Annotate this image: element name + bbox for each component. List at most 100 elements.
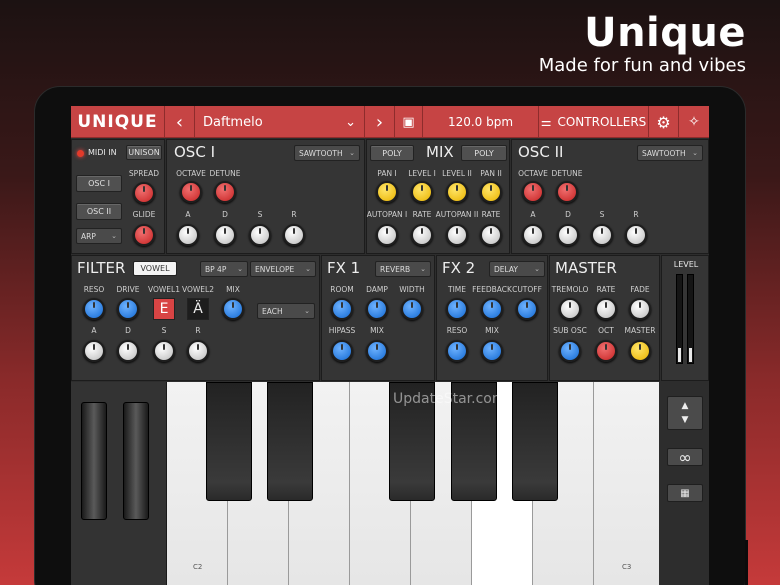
autopan2-knob[interactable] [446, 224, 468, 246]
osc1-panel: OSC I SAWTOOTH ⌄ OCTAVE DETUNE A D S R [166, 139, 365, 254]
save-icon[interactable]: ▣ [395, 106, 423, 138]
level2-knob[interactable] [446, 181, 468, 203]
osc1-decay-knob[interactable] [214, 224, 236, 246]
preset-name: Daftmelo [203, 114, 263, 130]
black-key-csharp2[interactable] [206, 382, 252, 501]
level-panel: LEVEL [661, 255, 709, 381]
vowel2-selector[interactable]: Ä [187, 298, 209, 320]
fx2-type-dropdown[interactable]: DELAY ⌄ [489, 261, 545, 277]
keyboard-controls: ▲ ▼ ∞ ▦ [659, 382, 709, 585]
loop-icon[interactable]: ∞ [667, 448, 703, 467]
filter-r-label: R [195, 326, 201, 335]
master-rate-knob[interactable] [595, 298, 617, 320]
vowel1-selector[interactable]: E [153, 298, 175, 320]
mod-wheel[interactable] [123, 402, 149, 520]
filter-attack-knob[interactable] [83, 340, 105, 362]
poly-right-button[interactable]: POLY [461, 145, 507, 161]
fx2-reso-knob[interactable] [446, 340, 468, 362]
cutoff-label: CUTOFF [512, 285, 542, 294]
pan2-knob[interactable] [480, 181, 502, 203]
chevron-down-icon: ⌄ [237, 265, 243, 273]
keyboard-icon[interactable]: ▦ [667, 484, 703, 502]
tremolo-knob[interactable] [559, 298, 581, 320]
synth-app: UNIQUE ‹ Daftmelo ⌄ › ▣ 120.0 bpm ⚌ CONT… [71, 106, 709, 585]
octave-up-icon[interactable]: ▲ [682, 401, 689, 411]
tempo-display[interactable]: 120.0 bpm [423, 106, 539, 138]
master-volume-knob[interactable] [629, 340, 651, 362]
octave-down-icon[interactable]: ▼ [682, 415, 689, 425]
black-key-dsharp2[interactable] [267, 382, 313, 501]
autopan1-knob[interactable] [376, 224, 398, 246]
osc-ii-button[interactable]: OSC II [76, 203, 122, 220]
level-meter-right [687, 274, 694, 364]
each-dropdown[interactable]: EACH ⌄ [257, 303, 315, 319]
midi-in-label: MIDI IN [88, 148, 117, 157]
poly-left-button[interactable]: POLY [370, 145, 414, 161]
osc1-octave-knob[interactable] [180, 181, 202, 203]
arp-dropdown[interactable]: ARP ⌄ [76, 228, 122, 244]
gear-icon[interactable]: ⚙ [649, 106, 679, 138]
filter-mod-dropdown[interactable]: ENVELOPE ⌄ [250, 261, 316, 277]
fx1-type-dropdown[interactable]: REVERB ⌄ [375, 261, 431, 277]
oct-knob[interactable] [595, 340, 617, 362]
black-key-asharp2[interactable] [512, 382, 558, 501]
time-knob[interactable] [446, 298, 468, 320]
osc1-title: OSC I [174, 143, 215, 161]
osc1-release-knob[interactable] [283, 224, 305, 246]
each-value: EACH [262, 306, 283, 316]
chevron-down-icon: ⌄ [345, 114, 356, 130]
filter-mix-label: MIX [226, 285, 240, 294]
osc2-wave-dropdown[interactable]: SAWTOOTH ⌄ [637, 145, 703, 161]
chevron-down-icon: ⌄ [692, 149, 698, 157]
pan1-knob[interactable] [376, 181, 398, 203]
fade-knob[interactable] [629, 298, 651, 320]
cutoff-knob[interactable] [516, 298, 538, 320]
pitch-wheel[interactable] [81, 402, 107, 520]
osc2-octave-knob[interactable] [522, 181, 544, 203]
hipass-knob[interactable] [331, 340, 353, 362]
width-knob[interactable] [401, 298, 423, 320]
filter-mix-knob[interactable] [222, 298, 244, 320]
white-key-c3[interactable]: C3 [594, 382, 659, 585]
fade-label: FADE [630, 285, 650, 294]
watermark: UpdateStar.com [393, 391, 506, 407]
controllers-button[interactable]: ⚌ CONTROLLERS [539, 106, 649, 138]
controllers-label: CONTROLLERS [557, 115, 647, 129]
vowel-toggle-button[interactable]: VOWEL [133, 261, 177, 276]
spread-knob[interactable] [133, 182, 155, 204]
osc2-attack-knob[interactable] [522, 224, 544, 246]
glide-knob[interactable] [133, 224, 155, 246]
preset-selector[interactable]: Daftmelo ⌄ [195, 106, 365, 138]
glide-label: GLIDE [132, 210, 156, 219]
fx2-mix-knob[interactable] [481, 340, 503, 362]
midi-in-led [77, 150, 84, 157]
osc1-attack-knob[interactable] [177, 224, 199, 246]
midi-learn-icon[interactable]: ✧ [679, 106, 709, 138]
filter-release-knob[interactable] [187, 340, 209, 362]
fx1-mix-knob[interactable] [366, 340, 388, 362]
sub-osc-knob[interactable] [559, 340, 581, 362]
osc1-wave-dropdown[interactable]: SAWTOOTH ⌄ [294, 145, 360, 161]
osc2-decay-knob[interactable] [557, 224, 579, 246]
filter-reso-knob[interactable] [83, 298, 105, 320]
rate1-knob[interactable] [411, 224, 433, 246]
level1-knob[interactable] [411, 181, 433, 203]
room-knob[interactable] [331, 298, 353, 320]
filter-type-dropdown[interactable]: BP 4P ⌄ [200, 261, 248, 277]
osc1-sustain-knob[interactable] [249, 224, 271, 246]
osc2-release-knob[interactable] [625, 224, 647, 246]
filter-sustain-knob[interactable] [153, 340, 175, 362]
filter-drive-knob[interactable] [117, 298, 139, 320]
filter-decay-knob[interactable] [117, 340, 139, 362]
osc2-detune-knob[interactable] [556, 181, 578, 203]
osc-i-button[interactable]: OSC I [76, 175, 122, 192]
osc2-sustain-knob[interactable] [591, 224, 613, 246]
unison-button[interactable]: UNISON [126, 145, 162, 160]
next-preset-button[interactable]: › [365, 106, 395, 138]
prev-preset-button[interactable]: ‹ [165, 106, 195, 138]
damp-knob[interactable] [366, 298, 388, 320]
rate2-knob[interactable] [480, 224, 502, 246]
master-volume-label: MASTER [624, 326, 656, 335]
feedback-knob[interactable] [481, 298, 503, 320]
osc1-detune-knob[interactable] [214, 181, 236, 203]
